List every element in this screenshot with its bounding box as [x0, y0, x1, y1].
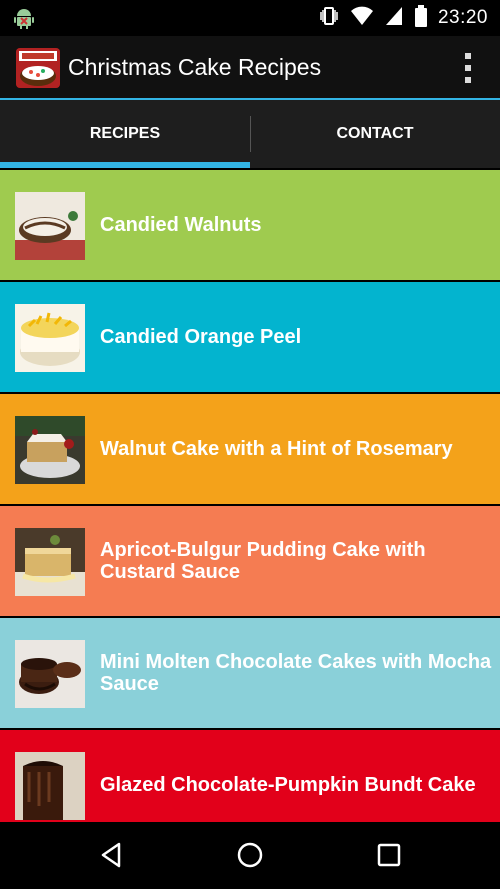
recipe-title: Candied Orange Peel — [100, 326, 302, 348]
android-debug-icon — [12, 6, 36, 30]
recipe-thumbnail — [15, 192, 85, 260]
wifi-icon — [350, 5, 374, 31]
recipe-item-glazed-chocolate-pumpkin-bundt-cake[interactable]: Glazed Chocolate-Pumpkin Bundt Cake — [0, 730, 500, 822]
back-icon[interactable] — [97, 840, 127, 870]
navigation-bar — [0, 822, 500, 889]
recipe-thumbnail — [15, 752, 85, 820]
recipe-item-apricot-bulgur-pudding-cake[interactable]: Apricot-Bulgur Pudding Cake with Custard… — [0, 506, 500, 616]
home-icon[interactable] — [235, 840, 265, 870]
recipe-thumbnail — [15, 640, 85, 708]
recipe-title: Glazed Chocolate-Pumpkin Bundt Cake — [100, 774, 476, 796]
recents-icon[interactable] — [374, 840, 404, 870]
signal-icon — [384, 5, 404, 31]
recipe-title: Mini Molten Chocolate Cakes with Mocha S… — [100, 651, 492, 695]
overflow-menu-icon[interactable] — [462, 53, 474, 83]
recipe-item-candied-walnuts[interactable]: Candied Walnuts — [0, 170, 500, 280]
recipe-list[interactable]: Candied Walnuts Candied Orange Peel Waln… — [0, 168, 500, 822]
recipe-item-mini-molten-chocolate-cakes[interactable]: Mini Molten Chocolate Cakes with Mocha S… — [0, 618, 500, 728]
battery-icon — [414, 4, 428, 32]
recipe-thumbnail — [15, 304, 85, 372]
recipe-title: Candied Walnuts — [100, 214, 262, 236]
status-time: 23:20 — [437, 7, 488, 28]
recipe-title: Apricot-Bulgur Pudding Cake with Custard… — [100, 539, 426, 583]
recipe-thumbnail — [15, 416, 85, 484]
status-bar: 23:20 — [0, 0, 500, 36]
tab-contact[interactable]: CONTACT — [250, 100, 500, 168]
recipe-item-walnut-cake[interactable]: Walnut Cake with a Hint of Rosemary — [0, 394, 500, 504]
app-title: Christmas Cake Recipes — [68, 54, 322, 80]
recipe-title: Walnut Cake with a Hint of Rosemary — [100, 438, 453, 460]
recipe-thumbnail — [15, 528, 85, 596]
status-icons: 23:20 — [318, 0, 488, 36]
recipe-item-candied-orange-peel[interactable]: Candied Orange Peel — [0, 282, 500, 392]
tab-bar: RECIPES CONTACT — [0, 100, 500, 168]
vibrate-icon — [318, 5, 340, 31]
app-logo-icon[interactable] — [16, 48, 60, 88]
tab-recipes[interactable]: RECIPES — [0, 100, 250, 168]
action-bar: Christmas Cake Recipes — [0, 36, 500, 100]
